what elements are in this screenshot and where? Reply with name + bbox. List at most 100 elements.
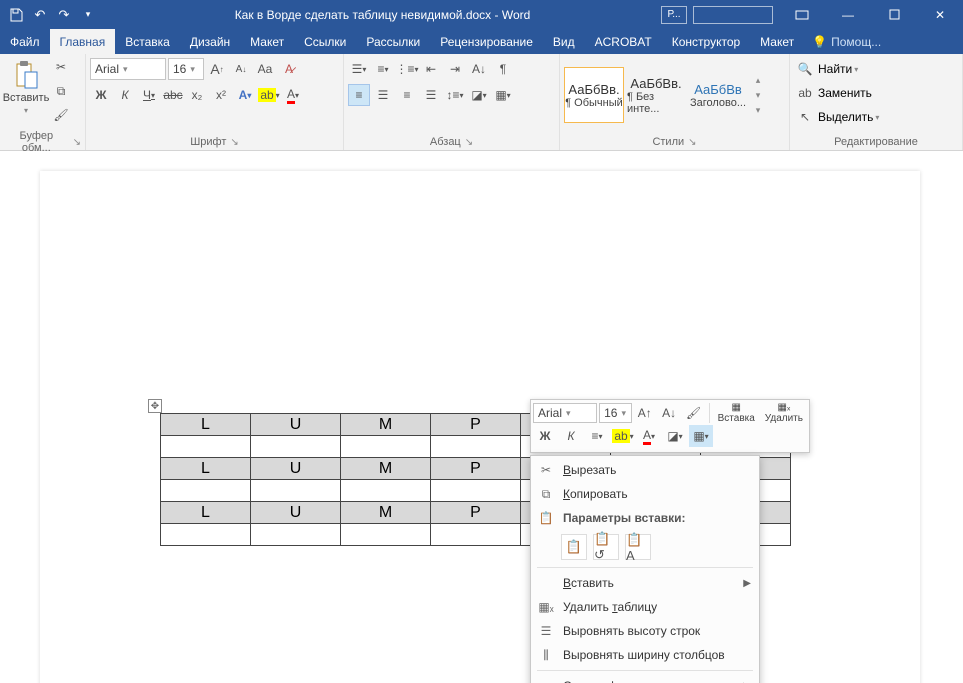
multilevel-icon[interactable]: ⋮≡▾ xyxy=(396,58,418,80)
table-cell[interactable]: P xyxy=(431,414,521,436)
mini-shading-icon[interactable]: ◪▾ xyxy=(663,425,687,447)
mini-borders-icon[interactable]: ▦▾ xyxy=(689,425,713,447)
bold-button[interactable]: Ж xyxy=(90,84,112,106)
font-name-select[interactable]: Arial▾ xyxy=(90,58,166,80)
dialog-launcher-icon[interactable]: ↘ xyxy=(465,137,473,148)
mini-bold-button[interactable]: Ж xyxy=(533,425,557,447)
minimize-icon[interactable]: — xyxy=(825,0,871,29)
table-cell[interactable]: U xyxy=(251,458,341,480)
tab-mailings[interactable]: Рассылки xyxy=(356,29,430,54)
dialog-launcher-icon[interactable]: ↘ xyxy=(73,137,81,148)
table-cell[interactable] xyxy=(431,480,521,502)
account-area[interactable]: Р... xyxy=(661,0,773,29)
underline-button[interactable]: Ч▾ xyxy=(138,84,160,106)
borders-icon[interactable]: ▦▾ xyxy=(492,84,514,106)
tab-design[interactable]: Дизайн xyxy=(180,29,240,54)
tab-view[interactable]: Вид xyxy=(543,29,585,54)
table-cell[interactable] xyxy=(251,524,341,546)
undo-icon[interactable]: ↶ xyxy=(30,5,50,25)
table-cell[interactable] xyxy=(161,436,251,458)
table-cell[interactable] xyxy=(431,524,521,546)
qa-customize-icon[interactable]: ▾ xyxy=(78,5,98,25)
ctx-distribute-cols[interactable]: ⫼Выровнять ширину столбцов xyxy=(531,643,759,667)
bullets-icon[interactable]: ☰▾ xyxy=(348,58,370,80)
table-cell[interactable]: U xyxy=(251,414,341,436)
change-case-icon[interactable]: Aa xyxy=(254,58,276,80)
tab-review[interactable]: Рецензирование xyxy=(430,29,543,54)
table-cell[interactable] xyxy=(251,480,341,502)
table-move-handle[interactable]: ✥ xyxy=(148,399,162,413)
save-icon[interactable] xyxy=(6,5,26,25)
ctx-insert[interactable]: Вставить▶ xyxy=(531,571,759,595)
mini-delete-button[interactable]: ▦ₓУдалить xyxy=(761,402,807,424)
strikethrough-button[interactable]: abc xyxy=(162,84,184,106)
table-cell[interactable]: L xyxy=(161,458,251,480)
maximize-icon[interactable] xyxy=(871,0,917,29)
clear-formatting-icon[interactable]: A̷ xyxy=(278,58,300,80)
paste-keep-source-icon[interactable]: 📋 xyxy=(561,534,587,560)
ctx-cut[interactable]: ✂Вырезать xyxy=(531,458,759,482)
show-marks-icon[interactable]: ¶ xyxy=(492,58,514,80)
tab-home[interactable]: Главная xyxy=(50,29,116,54)
table-cell[interactable] xyxy=(251,436,341,458)
document-area[interactable]: ✥ LUMPICS LUMPICS LUMPICS Arial▾ 16▾ A↑ … xyxy=(0,151,963,683)
font-color-icon[interactable]: A▾ xyxy=(282,84,304,106)
table-cell[interactable] xyxy=(431,436,521,458)
align-right-icon[interactable]: ≡ xyxy=(396,84,418,106)
grow-font-icon[interactable]: A↑ xyxy=(634,402,656,424)
ribbon-display-icon[interactable] xyxy=(779,0,825,29)
table-cell[interactable]: M xyxy=(341,458,431,480)
superscript-button[interactable]: x² xyxy=(210,84,232,106)
paste-button[interactable]: Вставить ▾ xyxy=(4,56,48,115)
font-size-select[interactable]: 16▾ xyxy=(168,58,204,80)
format-painter-icon[interactable]: 🖌 xyxy=(682,402,704,424)
tab-table-layout[interactable]: Макет xyxy=(750,29,804,54)
paste-text-only-icon[interactable]: 📋A xyxy=(625,534,651,560)
shrink-font-icon[interactable]: A↓ xyxy=(658,402,680,424)
italic-button[interactable]: К xyxy=(114,84,136,106)
style-normal[interactable]: АаБбВв.¶ Обычный xyxy=(564,67,624,123)
mini-font-color-icon[interactable]: A▾ xyxy=(637,425,661,447)
ctx-distribute-rows[interactable]: ☰Выровнять высоту строк xyxy=(531,619,759,643)
increase-indent-icon[interactable]: ⇥ xyxy=(444,58,466,80)
table-cell[interactable] xyxy=(161,480,251,502)
line-spacing-icon[interactable]: ↕≡▾ xyxy=(444,84,466,106)
dialog-launcher-icon[interactable]: ↘ xyxy=(230,137,238,148)
shading-icon[interactable]: ◪▾ xyxy=(468,84,490,106)
ctx-border-styles[interactable]: Стили оформления границ▶ xyxy=(531,674,759,683)
table-cell[interactable]: P xyxy=(431,502,521,524)
style-no-spacing[interactable]: АаБбВв.¶ Без инте... xyxy=(626,67,686,123)
tell-me[interactable]: 💡Помощ... xyxy=(804,29,889,54)
text-effects-icon[interactable]: A▾ xyxy=(234,84,256,106)
styles-gallery-more[interactable]: ▴▾▾ xyxy=(750,75,766,116)
select-button[interactable]: ↖Выделить▾ xyxy=(794,106,879,128)
table-cell[interactable] xyxy=(341,480,431,502)
mini-size-select[interactable]: 16▾ xyxy=(599,403,631,423)
justify-icon[interactable]: ☰ xyxy=(420,84,442,106)
mini-italic-button[interactable]: К xyxy=(559,425,583,447)
table-cell[interactable]: M xyxy=(341,414,431,436)
align-left-icon[interactable]: ≡ xyxy=(348,84,370,106)
paste-merge-icon[interactable]: 📋↺ xyxy=(593,534,619,560)
table-cell[interactable] xyxy=(161,524,251,546)
table-cell[interactable]: M xyxy=(341,502,431,524)
decrease-indent-icon[interactable]: ⇤ xyxy=(420,58,442,80)
find-button[interactable]: 🔍Найти▾ xyxy=(794,58,879,80)
tab-references[interactable]: Ссылки xyxy=(294,29,356,54)
mini-highlight-icon[interactable]: ab▾ xyxy=(611,425,635,447)
mini-align-icon[interactable]: ≡▾ xyxy=(585,425,609,447)
table-cell[interactable]: U xyxy=(251,502,341,524)
align-center-icon[interactable]: ☰ xyxy=(372,84,394,106)
shrink-font-icon[interactable]: A↓ xyxy=(230,58,252,80)
tab-insert[interactable]: Вставка xyxy=(115,29,180,54)
tab-file[interactable]: Файл xyxy=(0,29,50,54)
table-cell[interactable]: L xyxy=(161,502,251,524)
format-painter-icon[interactable]: 🖌 xyxy=(50,104,72,126)
redo-icon[interactable]: ↷ xyxy=(54,5,74,25)
style-heading1[interactable]: АаБбВвЗаголово... xyxy=(688,67,748,123)
replace-button[interactable]: abЗаменить xyxy=(794,82,879,104)
table-cell[interactable]: L xyxy=(161,414,251,436)
highlight-icon[interactable]: ab▾ xyxy=(258,84,280,106)
numbering-icon[interactable]: ≡▾ xyxy=(372,58,394,80)
tab-layout[interactable]: Макет xyxy=(240,29,294,54)
